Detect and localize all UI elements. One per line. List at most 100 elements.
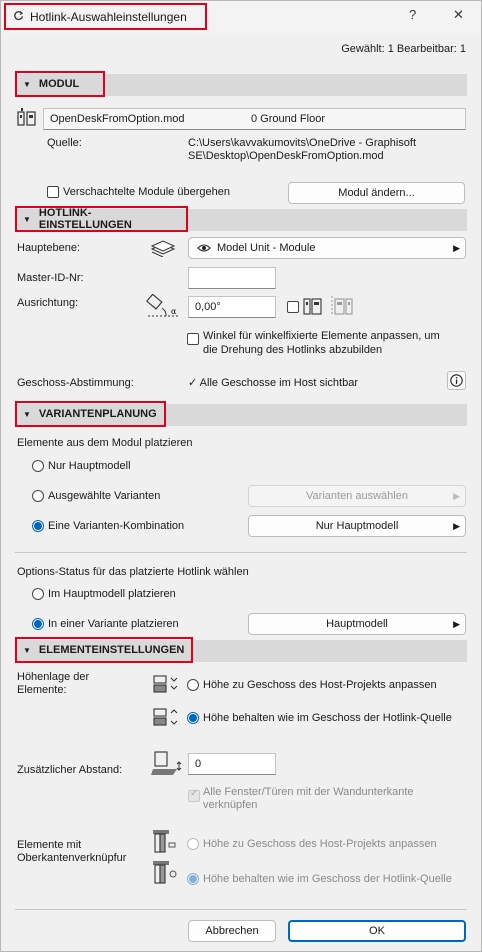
help-button[interactable]: ?: [409, 7, 416, 22]
status-variant-value: Hauptmodell: [326, 618, 388, 630]
chevron-right-icon: ▶: [453, 521, 460, 531]
story-height-keep-icon: [153, 708, 178, 726]
radio-top-host[interactable]: [187, 838, 199, 850]
section-hotlink-header[interactable]: ▼ HOTLINK-EINSTELLUNGEN: [15, 206, 188, 232]
title-bar: Hotlink-Auswahleinstellungen ? ✕: [1, 1, 481, 33]
source-label: Quelle:: [47, 137, 82, 149]
window-title: Hotlink-Auswahleinstellungen: [30, 10, 187, 24]
status-variant-select[interactable]: Hauptmodell ▶: [248, 613, 466, 635]
chevron-right-icon: ▶: [453, 243, 460, 253]
layers-icon: [150, 240, 176, 257]
top-link-host-icon: [153, 830, 176, 853]
radio-top-keep[interactable]: [187, 873, 199, 885]
height-label-line1: Höhenlage der: [17, 671, 90, 683]
select-variants-label: Varianten auswählen: [306, 490, 408, 502]
radio-height-host-label: Höhe zu Geschoss des Host-Projekts anpas…: [203, 679, 437, 691]
section-modul[interactable]: ▼ MODUL: [15, 71, 467, 97]
section-elements[interactable]: ▼ ELEMENTEINSTELLUNGEN: [15, 637, 467, 663]
chevron-right-icon: ▶: [453, 491, 460, 501]
top-link-keep-icon: [153, 861, 177, 884]
collapse-triangle-icon: ▼: [23, 645, 31, 655]
rotation-angle-icon: α: [146, 294, 178, 317]
link-windows-checkbox[interactable]: [188, 788, 200, 802]
radio-main-only-label: Nur Hauptmodell: [48, 460, 131, 472]
radio-selected-variants[interactable]: [32, 490, 44, 502]
section-hotlink[interactable]: ▼ HOTLINK-EINSTELLUNGEN: [15, 206, 467, 232]
section-variants[interactable]: ▼ VARIANTENPLANUNG: [15, 401, 467, 427]
link-windows-label-line2: verknüpfen: [203, 799, 258, 811]
radio-main-only[interactable]: [32, 460, 44, 472]
adjust-angle-label-line1: Winkel für winkelfixierte Elemente anpas…: [203, 330, 440, 342]
adjust-angle-checkbox[interactable]: [187, 333, 199, 345]
info-icon: [450, 374, 463, 387]
section-elements-header[interactable]: ▼ ELEMENTEINSTELLUNGEN: [15, 637, 193, 663]
select-variants-button[interactable]: Varianten auswählen ▶: [248, 485, 466, 507]
svg-text:α: α: [171, 307, 177, 316]
main-layer-label: Hauptebene:: [17, 242, 80, 254]
selection-info: Gewählt: 1 Bearbeitbar: 1: [341, 43, 466, 55]
radio-top-host-label: Höhe zu Geschoss des Host-Projekts anpas…: [203, 838, 437, 850]
orientation-input[interactable]: 0,00°: [188, 296, 276, 318]
radio-status-main[interactable]: [32, 588, 44, 600]
radio-height-host[interactable]: [187, 679, 199, 691]
section-modul-title: MODUL: [38, 78, 80, 90]
main-layer-value: Model Unit - Module: [217, 242, 316, 254]
mirror-icon: [303, 296, 353, 316]
radio-top-keep-label: Höhe behalten wie im Geschoss der Hotlin…: [203, 873, 452, 885]
mirror-checkbox[interactable]: [287, 301, 299, 313]
module-file-name: OpenDeskFromOption.mod: [50, 113, 185, 125]
radio-status-main-label: Im Hauptmodell platzieren: [48, 588, 176, 600]
eye-icon: [197, 244, 211, 252]
section-elements-title: ELEMENTEINSTELLUNGEN: [38, 644, 185, 656]
story-match-label: Geschoss-Abstimmung:: [17, 377, 134, 389]
orientation-label: Ausrichtung:: [17, 297, 79, 309]
place-elements-label: Elemente aus dem Modul platzieren: [17, 437, 193, 449]
master-id-label: Master-ID-Nr:: [17, 272, 84, 284]
module-icon: [17, 108, 36, 126]
info-button[interactable]: [447, 371, 466, 390]
link-windows-label-line1: Alle Fenster/Türen mit der Wandunterkant…: [203, 786, 414, 798]
collapse-triangle-icon: ▼: [23, 409, 31, 419]
adjust-angle-label-line2: die Drehung des Hotlinks abzubilden: [203, 344, 383, 356]
skip-nested-checkbox[interactable]: [47, 186, 59, 198]
master-id-input[interactable]: [188, 267, 276, 289]
radio-height-keep-label: Höhe behalten wie im Geschoss der Hotlin…: [203, 712, 452, 724]
module-file-field: OpenDeskFromOption.mod 0 Ground Floor: [43, 108, 466, 130]
section-modul-header[interactable]: ▼ MODUL: [15, 71, 105, 97]
top-link-label-line2: Oberkantenverknüpfur: [17, 852, 127, 864]
section-hotlink-title: HOTLINK-EINSTELLUNGEN: [38, 207, 132, 231]
radio-height-keep[interactable]: [187, 712, 199, 724]
top-link-label-line1: Elemente mit: [17, 839, 82, 851]
extra-distance-input[interactable]: 0: [188, 753, 276, 775]
story-height-icon: [153, 675, 178, 693]
dialog-window: Hotlink-Auswahleinstellungen ? ✕ Gewählt…: [0, 0, 482, 952]
main-layer-select[interactable]: Model Unit - Module ▶: [188, 237, 466, 259]
combination-value: Nur Hauptmodell: [315, 520, 399, 532]
section-variants-header[interactable]: ▼ VARIANTENPLANUNG: [15, 401, 166, 427]
radio-status-variant-label: In einer Variante platzieren: [48, 618, 179, 630]
collapse-triangle-icon: ▼: [23, 214, 31, 224]
source-path-line1: C:\Users\kavvakumovits\OneDrive - Graphi…: [188, 137, 417, 149]
radio-combination[interactable]: [32, 520, 44, 532]
status-label: Options-Status für das platzierte Hotlin…: [17, 566, 249, 578]
radio-selected-variants-label: Ausgewählte Varianten: [48, 490, 161, 502]
radio-combination-label: Eine Varianten-Kombination: [48, 520, 185, 532]
combination-select[interactable]: Nur Hauptmodell ▶: [248, 515, 466, 537]
collapse-triangle-icon: ▼: [23, 79, 31, 89]
skip-nested-label: Verschachtelte Module übergehen: [63, 186, 230, 198]
close-button[interactable]: ✕: [453, 7, 464, 23]
ok-button[interactable]: OK: [288, 920, 466, 942]
story-match-value: ✓ Alle Geschosse im Host sichtbar: [188, 377, 359, 389]
module-floor: 0 Ground Floor: [251, 113, 325, 125]
extra-distance-label: Zusätzlicher Abstand:: [17, 764, 123, 776]
radio-status-variant[interactable]: [32, 618, 44, 630]
change-module-button[interactable]: Modul ändern...: [288, 182, 465, 204]
footer-divider: [15, 909, 467, 910]
source-path-line2: SE\Desktop\OpenDeskFromOption.mod: [188, 150, 384, 162]
cancel-button[interactable]: Abbrechen: [188, 920, 276, 942]
divider: [15, 552, 467, 553]
chevron-right-icon: ▶: [453, 619, 460, 629]
section-variants-title: VARIANTENPLANUNG: [38, 408, 157, 420]
extra-distance-icon: [151, 751, 182, 775]
height-label-line2: Elemente:: [17, 684, 67, 696]
